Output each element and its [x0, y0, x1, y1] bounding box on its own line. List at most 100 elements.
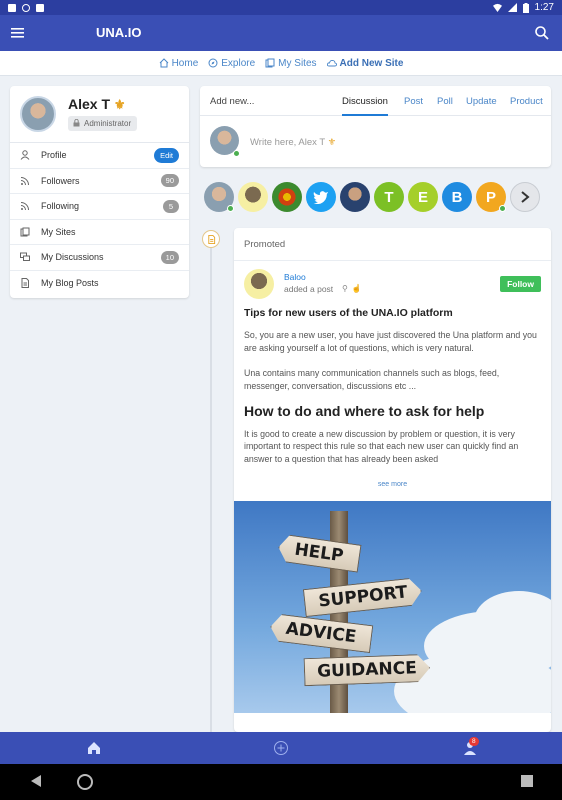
home-icon[interactable]: [86, 740, 102, 756]
connection-avatar[interactable]: [204, 182, 234, 212]
online-indicator: [227, 205, 234, 212]
role-badge: Administrator: [68, 116, 138, 131]
recents-icon[interactable]: [521, 775, 533, 787]
role-label: Administrator: [84, 119, 132, 128]
promoted-label: Promoted: [234, 228, 551, 261]
app-title[interactable]: UNA.IO: [96, 25, 142, 40]
download-icon: [36, 3, 44, 12]
connection-avatar[interactable]: [340, 182, 370, 212]
profile-menu-my-sites[interactable]: My Sites: [10, 220, 189, 245]
sign-advice: ADVICE: [269, 613, 374, 653]
composer-card: Add new... Discussion Post Poll Update P…: [200, 86, 551, 167]
timeline-line: [210, 240, 212, 732]
post-image[interactable]: HELP SUPPORT ADVICE GUIDANCE: [234, 501, 551, 713]
edit-button[interactable]: Edit: [154, 147, 179, 163]
discussions-icon: [20, 252, 30, 262]
lock-icon: [73, 119, 80, 127]
composer-placeholder[interactable]: Write here, Alex T ⚜: [250, 137, 336, 148]
profile-menu-label: My Blog Posts: [41, 278, 99, 289]
sign-help: HELP: [276, 533, 361, 572]
bottom-nav: 8: [0, 732, 562, 764]
timeline-post-marker: [202, 230, 220, 248]
wifi-icon: [492, 3, 502, 12]
connection-letter-avatar[interactable]: B: [442, 182, 472, 212]
post-author-row: Baloo added a post ⚲☝ Follow: [234, 261, 551, 301]
rss-icon: [20, 202, 29, 211]
connection-letter-avatar[interactable]: P: [476, 182, 506, 212]
document-icon: [207, 234, 215, 244]
follow-button[interactable]: Follow: [500, 276, 541, 292]
tab-discussion[interactable]: Discussion: [342, 96, 388, 116]
back-icon[interactable]: [30, 774, 42, 788]
see-more-link[interactable]: see more: [234, 481, 551, 488]
sign-support: SUPPORT: [303, 577, 423, 617]
sync-icon: [22, 3, 30, 12]
hand-icon[interactable]: ☝: [352, 284, 366, 293]
app-bar: UNA.IO: [0, 15, 562, 51]
profile-name-text: Alex T: [68, 96, 111, 112]
post-title[interactable]: Tips for new users of the UNA.IO platfor…: [244, 307, 453, 319]
profile-name[interactable]: Alex T ⚜: [68, 96, 126, 113]
connection-letter-avatar[interactable]: E: [408, 182, 438, 212]
document-icon: [21, 278, 29, 289]
online-indicator: [233, 150, 240, 157]
discussions-count: 10: [160, 250, 179, 264]
post-paragraph: It is good to create a new discussion by…: [244, 428, 519, 464]
signal-icon: [507, 3, 517, 12]
search-icon[interactable]: [534, 25, 550, 41]
author-name[interactable]: Baloo: [284, 272, 306, 282]
profile-menu-label: Following: [41, 201, 80, 212]
nav-add-new-site[interactable]: Add New Site: [326, 57, 404, 69]
author-avatar[interactable]: [244, 269, 274, 299]
post-body: So, you are a new user, you have just di…: [244, 329, 541, 481]
connection-avatar[interactable]: [238, 182, 268, 212]
profile-menu: Profile Edit Followers 90 Following 5 My…: [10, 143, 189, 296]
fleur-icon: ⚜: [327, 137, 337, 148]
nav-my-sites[interactable]: My Sites: [265, 58, 317, 69]
user-icon: [20, 150, 30, 161]
profile-card: Alex T ⚜ Administrator Profile Edit Foll…: [10, 86, 189, 298]
profile-menu-profile[interactable]: Profile Edit: [10, 143, 189, 169]
twitter-avatar[interactable]: [306, 182, 336, 212]
add-circle-icon[interactable]: [273, 740, 289, 756]
profile-menu-my-discussions[interactable]: My Discussions 10: [10, 245, 189, 271]
battery-icon: [522, 2, 529, 13]
avatar[interactable]: [20, 96, 56, 132]
profile-menu-my-blog-posts[interactable]: My Blog Posts: [10, 271, 189, 297]
pin-icon[interactable]: ⚲: [342, 284, 352, 293]
system-nav-bar: [0, 764, 562, 800]
sites-icon: [20, 227, 30, 237]
profile-menu-followers[interactable]: Followers 90: [10, 169, 189, 194]
tab-post[interactable]: Post: [404, 96, 423, 107]
connection-avatar[interactable]: [272, 182, 302, 212]
online-indicator: [499, 205, 506, 212]
profile-menu-following[interactable]: Following 5: [10, 194, 189, 220]
nav-home-label: Home: [171, 57, 199, 69]
menu-icon[interactable]: [10, 25, 26, 41]
status-time: 1:27: [534, 2, 554, 13]
post-action: added a post: [284, 284, 334, 294]
tab-update[interactable]: Update: [466, 96, 497, 107]
profile-menu-label: My Sites: [41, 226, 76, 237]
profile-menu-label: Profile: [41, 150, 67, 161]
home-circle-icon[interactable]: [76, 773, 94, 791]
next-button[interactable]: [510, 182, 540, 212]
connection-letter: P: [485, 188, 496, 206]
rss-icon: [20, 176, 29, 185]
home-icon: [159, 58, 168, 68]
nav-add-new-site-label: Add New Site: [339, 57, 404, 69]
connection-letter-avatar[interactable]: T: [374, 182, 404, 212]
top-nav: Home Explore My Sites Add New Site: [0, 51, 562, 76]
tab-product[interactable]: Product: [510, 96, 543, 107]
nav-home[interactable]: Home: [159, 57, 199, 69]
twitter-bird-icon: [313, 191, 328, 204]
composer-write-area[interactable]: Write here, Alex T ⚜: [200, 116, 551, 166]
chevron-right-icon: [521, 191, 530, 203]
sign-guidance: GUIDANCE: [304, 654, 431, 686]
tab-poll[interactable]: Poll: [437, 96, 453, 107]
cloud-icon: [326, 59, 337, 67]
nav-explore[interactable]: Explore: [208, 58, 255, 69]
add-new-label: Add new...: [210, 96, 255, 107]
following-count: 5: [163, 199, 179, 213]
composer-tabs: Add new... Discussion Post Poll Update P…: [200, 86, 551, 116]
